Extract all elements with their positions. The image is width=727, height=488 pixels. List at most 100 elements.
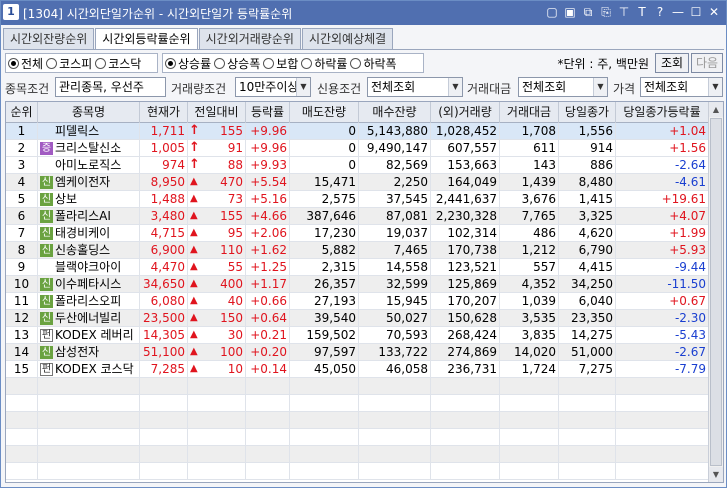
chevron-down-icon[interactable]: ▼ <box>448 78 462 96</box>
table-row[interactable]: 14 신 삼성전자 51,100 ▲ 100 +0.20 97,597 133,722 274,8… <box>6 344 709 361</box>
cell-name[interactable]: 펀 KODEX 레버리 <box>38 327 140 344</box>
table-row[interactable]: 2 증 크리스탈신소 1,005 ↑ 91 +9.96 0 9,490,147 607,557 61… <box>6 140 709 157</box>
column-header[interactable]: 매수잔량 <box>359 102 431 123</box>
link-icon[interactable]: ⧉ <box>580 4 596 20</box>
stock-name[interactable]: 삼성전자 <box>55 344 99 360</box>
stock-name[interactable]: 크리스탈신소 <box>55 140 121 156</box>
stock-name[interactable]: KODEX 레버리 <box>55 327 134 343</box>
stock-condition-select[interactable]: 관리종목, 우선주 <box>55 77 166 97</box>
table-row[interactable]: 1 피델릭스 1,711 ↑ 155 +9.96 0 5,143,880 1,028,452 1,… <box>6 123 709 140</box>
cell-name[interactable]: 증 크리스탈신소 <box>38 140 140 157</box>
column-header[interactable]: 당일종가등락률 <box>616 102 709 123</box>
rank-radio-4[interactable]: 하락률 <box>301 55 347 72</box>
price-condition-select[interactable]: 전체조회 ▼ <box>640 77 723 97</box>
table-row[interactable]: 11 신 폴라리스오피 6,080 ▲ 40 +0.66 27,193 15,945 170,20… <box>6 293 709 310</box>
stock-name[interactable]: 상보 <box>55 191 77 207</box>
table-row[interactable]: 8 신 신송홀딩스 6,900 ▲ 110 +1.62 5,882 7,465 170,738 1,… <box>6 242 709 259</box>
cell-name[interactable]: 신 이수페타시스 <box>38 276 140 293</box>
market-radio-1[interactable]: 전체 <box>8 55 43 72</box>
pin-icon[interactable]: ⊤ <box>616 4 632 20</box>
rank-radio-2[interactable]: 상승폭 <box>214 55 260 72</box>
maximize-icon[interactable]: ☐ <box>688 4 704 20</box>
market-radio-2[interactable]: 코스피 <box>46 55 92 72</box>
cell-name[interactable]: 피델릭스 <box>38 123 140 140</box>
tab-2[interactable]: 시간외등락률순위 <box>95 28 198 50</box>
radio-button-icon[interactable] <box>8 57 19 69</box>
minimize-icon[interactable]: — <box>670 4 686 20</box>
tab-1[interactable]: 시간외잔량순위 <box>3 28 95 49</box>
cell-name[interactable]: 신 두산에너빌리 <box>38 310 140 327</box>
stock-name[interactable]: 태경비케이 <box>55 225 110 241</box>
column-header[interactable]: 종목명 <box>38 102 140 123</box>
radio-button-icon[interactable] <box>165 57 176 69</box>
close-icon[interactable]: ✕ <box>706 4 722 20</box>
amount-condition-select[interactable]: 전체조회 ▼ <box>518 77 608 97</box>
column-header[interactable]: 거래대금 <box>500 102 559 123</box>
title-bar[interactable]: 1 [1304] 시간외단일가순위 - 시간외단일가 등락률순위 ▢ ▣ ⧉ ⎘ ⊤ T?… <box>1 1 726 25</box>
stock-name[interactable]: 신송홀딩스 <box>55 242 110 258</box>
copy-icon[interactable]: ⎘ <box>598 4 614 20</box>
query-button[interactable]: 조회 <box>655 53 689 73</box>
radio-button-icon[interactable] <box>46 57 58 69</box>
column-header[interactable]: 등락률 <box>246 102 290 123</box>
scroll-up-icon[interactable]: ▲ <box>709 102 723 117</box>
table-row[interactable]: 10 신 이수페타시스 34,650 ▲ 400 +1.17 26,357 32,599 125,… <box>6 276 709 293</box>
cell-name[interactable]: 신 태경비케이 <box>38 225 140 242</box>
table-row[interactable]: 13 펀 KODEX 레버리 14,305 ▲ 30 +0.21 159,502 70,593 2… <box>6 327 709 344</box>
stock-name[interactable]: 이수페타시스 <box>55 276 121 292</box>
radio-button-icon[interactable] <box>95 57 107 69</box>
radio-button-icon[interactable] <box>263 57 275 69</box>
vertical-scrollbar[interactable]: ▲ ▼ <box>708 102 723 482</box>
column-header[interactable]: (외)거래량 <box>431 102 500 123</box>
chevron-down-icon[interactable]: ▼ <box>296 78 310 96</box>
cell-name[interactable]: 신 신송홀딩스 <box>38 242 140 259</box>
scroll-thumb[interactable] <box>710 118 722 466</box>
rank-radio-3[interactable]: 보합 <box>263 55 298 72</box>
cell-name[interactable]: 신 폴라리스오피 <box>38 293 140 310</box>
radio-button-icon[interactable] <box>214 57 226 69</box>
stock-name[interactable]: 폴라리스AI <box>55 208 111 224</box>
chevron-down-icon[interactable]: ▼ <box>593 78 607 96</box>
cell-name[interactable]: 아미노로직스 <box>38 157 140 174</box>
market-radio-3[interactable]: 코스닥 <box>95 55 141 72</box>
cell-name[interactable]: 신 삼성전자 <box>38 344 140 361</box>
table-row[interactable]: 3 아미노로직스 974 ↑ 88 +9.93 0 82,569 153,663 143 886 -2… <box>6 157 709 174</box>
column-header[interactable]: 당일종가 <box>559 102 616 123</box>
rank-radio-1[interactable]: 상승률 <box>165 55 211 72</box>
chevron-down-icon[interactable]: ▼ <box>708 78 722 96</box>
cell-name[interactable]: 펀 KODEX 코스닥 <box>38 361 140 378</box>
stock-name[interactable]: 폴라리스오피 <box>55 293 121 309</box>
column-header[interactable]: 전일대비 <box>188 102 246 123</box>
radio-button-icon[interactable] <box>301 57 313 69</box>
stock-name[interactable]: 두산에너빌리 <box>55 310 121 326</box>
table-row[interactable]: 5 신 상보 1,488 ▲ 73 +5.16 2,575 37,545 2,441,637 3,6… <box>6 191 709 208</box>
column-header[interactable]: 순위 <box>6 102 38 123</box>
cell-name[interactable]: 신 폴라리스AI <box>38 208 140 225</box>
next-button[interactable]: 다음 <box>691 53 723 73</box>
cell-name[interactable]: 블랙야크아이 <box>38 259 140 276</box>
scroll-down-icon[interactable]: ▼ <box>709 467 723 482</box>
table-row[interactable]: 15 펀 KODEX 코스닥 7,285 ▲ 10 +0.14 45,050 46,058 236… <box>6 361 709 378</box>
stock-name[interactable]: 블랙야크아이 <box>55 259 121 275</box>
tab-4[interactable]: 시간외예상체결 <box>301 28 394 49</box>
memo-icon[interactable]: ▣ <box>562 4 578 20</box>
stock-name[interactable]: 아미노로직스 <box>55 157 121 173</box>
font-icon[interactable]: T <box>634 4 650 20</box>
table-row[interactable]: 4 신 엠케이전자 8,950 ▲ 470 +5.54 15,471 2,250 164,049 1… <box>6 174 709 191</box>
cell-name[interactable]: 신 엠케이전자 <box>38 174 140 191</box>
table-row[interactable]: 9 블랙야크아이 4,470 ▲ 55 +1.25 2,315 14,558 123,521 55… <box>6 259 709 276</box>
cell-name[interactable]: 신 상보 <box>38 191 140 208</box>
table-row[interactable]: 6 신 폴라리스AI 3,480 ▲ 155 +4.66 387,646 87,081 2,230… <box>6 208 709 225</box>
table-row[interactable]: 7 신 태경비케이 4,715 ▲ 95 +2.06 17,230 19,037 102,314 4… <box>6 225 709 242</box>
help-icon[interactable]: ? <box>652 4 668 20</box>
stock-name[interactable]: 엠케이전자 <box>55 174 110 190</box>
rank-radio-5[interactable]: 하락폭 <box>350 55 397 72</box>
credit-condition-select[interactable]: 전체조회 ▼ <box>367 77 463 97</box>
stock-name[interactable]: 피델릭스 <box>55 123 99 139</box>
stock-name[interactable]: KODEX 코스닥 <box>55 361 134 377</box>
tab-3[interactable]: 시간외거래량순위 <box>198 28 301 49</box>
table-row[interactable]: 12 신 두산에너빌리 23,500 ▲ 150 +0.64 39,540 50,027 150,… <box>6 310 709 327</box>
volume-condition-select[interactable]: 10만주이상 ▼ <box>235 77 311 97</box>
column-header[interactable]: 현재가 <box>140 102 188 123</box>
column-header[interactable]: 매도잔량 <box>290 102 359 123</box>
